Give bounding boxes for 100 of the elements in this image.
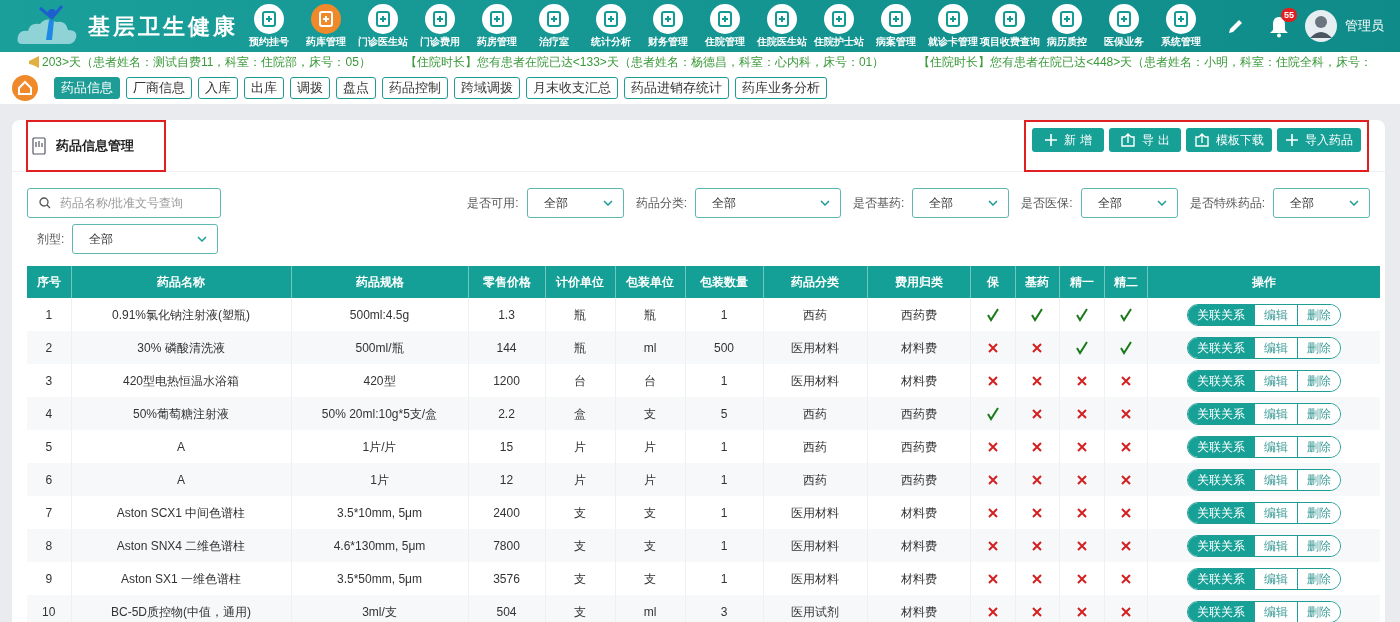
action-button[interactable]: 编辑 xyxy=(1253,535,1297,556)
nav-item[interactable]: 住院管理 xyxy=(696,0,753,52)
circle-icon xyxy=(538,4,569,34)
action-button[interactable]: 关联关系 xyxy=(1187,370,1254,391)
tab[interactable]: 药品进销存统计 xyxy=(624,77,729,99)
notice-text: 203>天（患者姓名：测试自费11，科室：住院部，床号：05） xyxy=(42,54,371,71)
tab[interactable]: 调拨 xyxy=(290,77,330,99)
action-button[interactable]: 删除 xyxy=(1296,568,1340,589)
avatar-icon[interactable] xyxy=(1305,10,1337,42)
nav-item[interactable]: 系统管理 xyxy=(1152,0,1209,52)
nav-item[interactable]: 治疗室 xyxy=(525,0,582,52)
nav-item[interactable]: 门诊医生站 xyxy=(354,0,411,52)
circle-icon xyxy=(766,4,797,34)
action-button[interactable]: 关联关系 xyxy=(1187,337,1254,358)
action-button[interactable]: 删除 xyxy=(1296,469,1340,490)
select-field[interactable]: 全部 xyxy=(912,188,1010,218)
circle-icon xyxy=(1108,4,1139,34)
search-icon xyxy=(39,197,51,209)
action-button[interactable]: 关联关系 xyxy=(1187,502,1254,523)
action-button[interactable]: 编辑 xyxy=(1253,469,1297,490)
notice-text: 【住院时长】您有患者在院已达<133>天（患者姓名：杨德昌，科室：心内科，床号：01） xyxy=(404,54,885,71)
circle-icon xyxy=(994,4,1025,34)
search-field[interactable]: 药品名称/批准文号查询 xyxy=(27,188,221,218)
action-button[interactable]: 删除 xyxy=(1296,601,1340,622)
circle-icon xyxy=(1051,4,1082,34)
tab[interactable]: 厂商信息 xyxy=(126,77,192,99)
action-button[interactable]: 编辑 xyxy=(1253,601,1297,622)
document-icon xyxy=(32,136,46,155)
action-button[interactable]: 关联关系 xyxy=(1187,568,1254,589)
notification-badge: 55 xyxy=(1281,8,1297,22)
action-button[interactable]: 删除 xyxy=(1296,436,1340,457)
action-button[interactable]: 关联关系 xyxy=(1187,535,1254,556)
circle-icon xyxy=(709,4,740,34)
action-button[interactable]: 关联关系 xyxy=(1187,601,1254,622)
action-button[interactable]: 删除 xyxy=(1296,370,1340,391)
nav-item[interactable]: 药房管理 xyxy=(468,0,525,52)
bell-icon xyxy=(1269,16,1289,38)
nav-item[interactable]: 就诊卡管理 xyxy=(924,0,981,52)
select-field[interactable]: 全部 xyxy=(1273,188,1370,218)
tab[interactable]: 药库业务分析 xyxy=(735,77,827,99)
circle-icon xyxy=(823,4,854,34)
select-field[interactable]: 全部 xyxy=(694,188,841,218)
table-cell: 医用试剂 xyxy=(763,595,867,622)
home-icon[interactable] xyxy=(12,75,38,101)
circle-icon xyxy=(310,4,341,34)
table-cell: ml xyxy=(615,595,685,622)
filter-label: 剂型: xyxy=(37,231,65,248)
toolbar-button[interactable]: 导入药品 xyxy=(1277,127,1361,152)
action-button[interactable]: 删除 xyxy=(1296,304,1340,325)
nav-item[interactable]: 门诊费用 xyxy=(411,0,468,52)
circle-icon xyxy=(937,4,968,34)
action-button[interactable]: 关联关系 xyxy=(1187,304,1254,325)
action-button[interactable]: 关联关系 xyxy=(1187,469,1254,490)
nav-item[interactable]: 统计分析 xyxy=(582,0,639,52)
action-button[interactable]: 删除 xyxy=(1296,535,1340,556)
table-cell: 3ml/支 xyxy=(291,595,468,622)
nav-item[interactable]: 预约挂号 xyxy=(240,0,297,52)
app-title: 基层卫生健康 xyxy=(88,12,238,41)
toolbar-button[interactable]: 新 增 xyxy=(1032,127,1104,152)
select-field[interactable]: 全部 xyxy=(1080,188,1178,218)
action-button[interactable]: 编辑 xyxy=(1253,403,1297,424)
plus-icon xyxy=(1044,132,1059,147)
filter-label: 是否可用: xyxy=(467,195,519,212)
tab[interactable]: 月末收支汇总 xyxy=(526,77,618,99)
nav-item[interactable]: 医保业务 xyxy=(1095,0,1152,52)
action-button[interactable]: 关联关系 xyxy=(1187,403,1254,424)
filter-label: 是否医保: xyxy=(1021,195,1073,212)
nav-item[interactable]: 项目收费查询 xyxy=(981,0,1038,52)
circle-icon xyxy=(424,4,455,34)
chevron-icon xyxy=(988,200,999,206)
user-name[interactable]: 管理员 xyxy=(1345,16,1384,36)
action-button[interactable]: 删除 xyxy=(1296,337,1340,358)
action-button[interactable]: 关联关系 xyxy=(1187,436,1254,457)
tab[interactable]: 出库 xyxy=(244,77,284,99)
tab[interactable]: 药品控制 xyxy=(382,77,448,99)
tab[interactable]: 入库 xyxy=(198,77,238,99)
nav-item[interactable]: 病案管理 xyxy=(867,0,924,52)
select-field[interactable]: 全部 xyxy=(72,224,219,254)
panel-title: 药品信息管理 xyxy=(56,136,134,155)
chevron-icon xyxy=(819,200,830,206)
nav-item[interactable]: 财务管理 xyxy=(639,0,696,52)
nav-item[interactable]: 药库管理 xyxy=(297,0,354,52)
pencil-icon[interactable] xyxy=(1227,17,1245,35)
action-button[interactable]: 删除 xyxy=(1296,403,1340,424)
tab[interactable]: 药品信息 xyxy=(54,77,120,99)
action-button[interactable]: 删除 xyxy=(1296,502,1340,523)
horn-icon xyxy=(28,56,40,68)
action-button[interactable]: 编辑 xyxy=(1253,337,1297,358)
toolbar-button[interactable]: 导 出 xyxy=(1109,127,1181,152)
select-field[interactable]: 全部 xyxy=(526,188,624,218)
filter-label: 药品分类: xyxy=(635,195,687,212)
table-cell: 支 xyxy=(545,595,615,622)
circle-icon xyxy=(880,4,911,34)
tab[interactable]: 跨域调拨 xyxy=(454,77,520,99)
upload-icon xyxy=(1120,131,1137,148)
toolbar-button[interactable]: 模板下载 xyxy=(1186,127,1272,152)
nav-item[interactable]: 住院护士站 xyxy=(810,0,867,52)
circle-icon xyxy=(367,4,398,34)
nav-item[interactable]: 住院医生站 xyxy=(753,0,810,52)
tab[interactable]: 盘点 xyxy=(336,77,376,99)
